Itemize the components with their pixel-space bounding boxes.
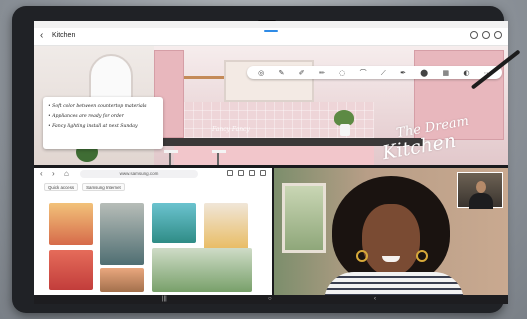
menu-icon[interactable]	[260, 170, 266, 176]
browser-tab[interactable]: Samsung Internet	[82, 183, 125, 191]
pen-icon[interactable]	[482, 31, 490, 39]
home-icon[interactable]: ⌂	[64, 170, 69, 178]
more-icon[interactable]	[494, 31, 502, 39]
toolbar-tool-icon[interactable]: ◎	[258, 69, 264, 77]
self-view-thumbnail[interactable]	[457, 172, 503, 209]
arrow-left-icon[interactable]: ‹	[40, 31, 43, 41]
notes-app-pane[interactable]: ‹ Kitchen ◎ ✎ ✐ ✏ ◌ ⌒ ⟋ ✒ ⬤ ▦ ◐ • Soft c…	[34, 28, 508, 165]
tablet-frame: ‹ Kitchen ◎ ✎ ✐ ✏ ◌ ⌒ ⟋ ✒ ⬤ ▦ ◐ • Soft c…	[12, 6, 521, 313]
earring	[416, 250, 428, 262]
toolbar-tool-icon[interactable]: ◌	[339, 69, 345, 77]
reload-icon[interactable]	[227, 170, 233, 176]
bookmark-icon[interactable]	[238, 170, 244, 176]
note-line: • Appliances are ready for order	[48, 114, 124, 119]
toolbar-tool-icon[interactable]: ✒	[400, 69, 406, 77]
toolbar-tool-icon[interactable]: ⌒	[360, 69, 367, 77]
browser-tab[interactable]: Quick access	[44, 183, 79, 191]
note-line: • Fancy lighting install at next Sunday	[48, 124, 138, 129]
home-icon[interactable]: ○	[268, 296, 272, 303]
background-window	[282, 183, 326, 253]
gallery-thumbnail[interactable]	[152, 203, 196, 243]
tabs-icon[interactable]	[249, 170, 255, 176]
handwritten-note-card[interactable]: • Soft color between countertop material…	[43, 97, 163, 149]
kitchen-stool	[164, 150, 178, 165]
kitchen-island	[174, 146, 374, 165]
caller-face	[362, 204, 420, 276]
gallery-thumbnail[interactable]	[49, 250, 93, 290]
brand-watermark: Fancy Fancy	[212, 126, 250, 133]
back-icon[interactable]: ‹	[40, 170, 43, 178]
recent-apps-icon[interactable]: |||	[162, 296, 167, 303]
earring	[356, 250, 368, 262]
gallery-thumbnail[interactable]	[152, 248, 252, 292]
note-line: • Soft color between countertop material…	[48, 104, 147, 109]
browser-tab-row: Quick access Samsung Internet	[44, 183, 125, 191]
toolbar-tool-icon[interactable]: ◐	[463, 69, 469, 77]
toolbar-tool-icon[interactable]: ▦	[442, 69, 449, 77]
navigation-bar: ||| ○ ‹	[34, 295, 508, 304]
toolbar-tool-icon[interactable]: ✐	[299, 69, 305, 77]
caller-shirt	[324, 272, 464, 295]
pen-toolbar: ◎ ✎ ✐ ✏ ◌ ⌒ ⟋ ✒ ⬤ ▦ ◐ ⋯	[247, 66, 502, 79]
layout-icon[interactable]	[470, 31, 478, 39]
toolbar-tool-icon[interactable]: ✏	[319, 69, 325, 77]
split-handle[interactable]	[264, 30, 278, 32]
note-title: Kitchen	[52, 32, 76, 39]
kitchen-stool	[212, 150, 226, 165]
browser-app-pane[interactable]: ‹ › ⌂ www.samsung.com Quick access Samsu…	[34, 168, 272, 295]
browser-tools	[227, 170, 266, 176]
plant-pot	[340, 124, 350, 136]
status-bar	[34, 21, 508, 28]
back-icon[interactable]: ‹	[374, 296, 376, 303]
forward-icon[interactable]: ›	[52, 170, 55, 178]
tablet-screen: ‹ Kitchen ◎ ✎ ✐ ✏ ◌ ⌒ ⟋ ✒ ⬤ ▦ ◐ • Soft c…	[34, 21, 508, 304]
toolbar-tool-icon[interactable]: ⟋	[381, 69, 386, 77]
self-view-head	[476, 181, 486, 193]
browser-address-bar: ‹ › ⌂ www.samsung.com	[34, 168, 272, 181]
toolbar-tool-icon[interactable]: ✎	[279, 69, 285, 77]
video-call-pane[interactable]	[274, 168, 508, 295]
gallery-thumbnail[interactable]	[49, 203, 93, 245]
gallery-thumbnail[interactable]	[100, 203, 144, 265]
gallery-thumbnail[interactable]	[100, 268, 144, 292]
notes-header-actions	[470, 31, 502, 39]
toolbar-tool-icon[interactable]: ⬤	[420, 69, 428, 77]
self-view-body	[469, 193, 493, 209]
url-input[interactable]: www.samsung.com	[80, 170, 198, 178]
